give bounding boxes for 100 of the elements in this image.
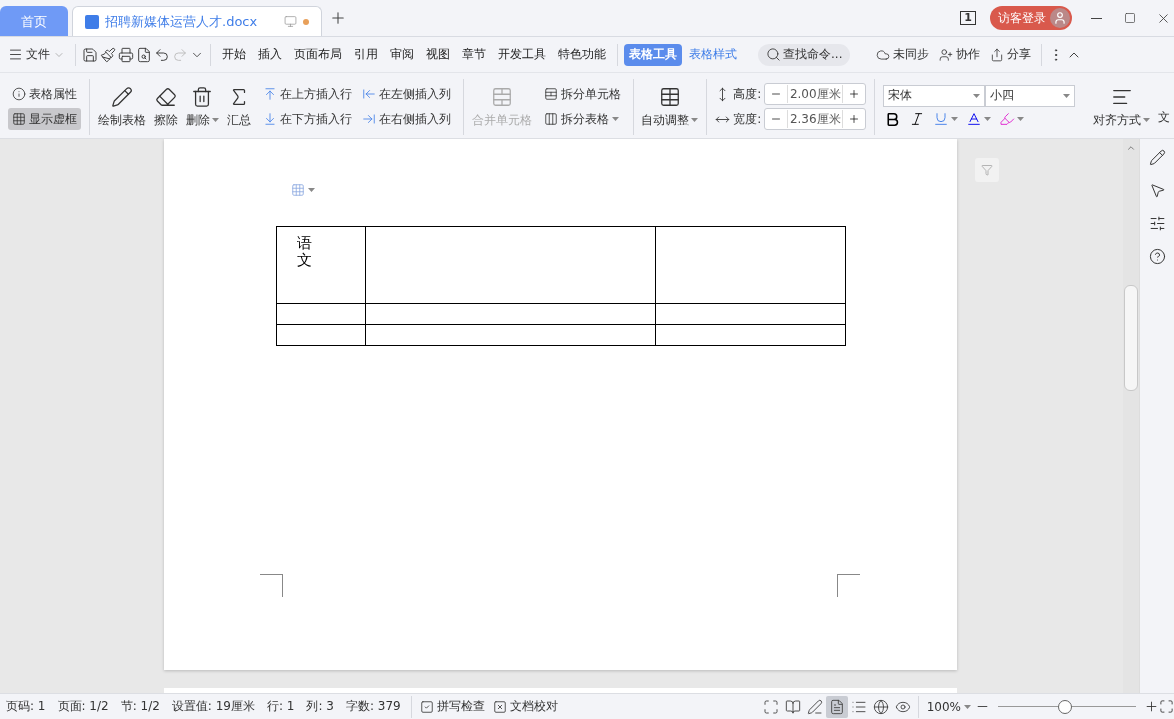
ribbon-button[interactable]: 在上方插入行 xyxy=(258,83,356,105)
toolbar-button[interactable]: 协作 xyxy=(935,46,985,63)
ribbon-tab[interactable]: 视图 xyxy=(421,43,455,66)
globe-icon xyxy=(872,698,889,715)
toggle-button[interactable]: 表格属性 xyxy=(8,83,81,105)
ribbon-tab[interactable]: 插入 xyxy=(253,43,287,66)
document-tab[interactable]: 招聘新媒体运营人才.docx xyxy=(72,6,322,36)
funnel-icon xyxy=(981,164,993,176)
margin-mark xyxy=(260,574,283,597)
status-text: 页面: 1/2 xyxy=(56,698,110,715)
info-icon xyxy=(12,87,26,101)
draw-table-icon xyxy=(110,85,133,108)
ribbon-tab[interactable]: 特色功能 xyxy=(553,43,611,66)
status-text: 字数: 379 xyxy=(345,698,402,715)
save-icon[interactable] xyxy=(82,46,98,63)
zoom-slider[interactable] xyxy=(1058,700,1073,714)
zoom-in-icon[interactable] xyxy=(1144,699,1159,714)
insert-row-above-icon xyxy=(262,87,277,101)
size-stepper[interactable]: 2.00厘米 xyxy=(764,83,867,105)
insert-row-below-icon xyxy=(262,112,277,126)
monitor-icon xyxy=(284,15,297,28)
ribbon-button[interactable]: 在左侧插入列 xyxy=(357,83,455,105)
font-color-button[interactable] xyxy=(965,110,993,128)
underline-icon xyxy=(933,111,950,127)
page-view-icon xyxy=(828,698,845,715)
print-icon[interactable] xyxy=(118,46,134,63)
file-menu[interactable]: 文件 xyxy=(4,46,69,63)
highlight-button[interactable] xyxy=(998,110,1026,128)
grid-icon xyxy=(12,112,26,126)
help-icon[interactable] xyxy=(1148,248,1166,265)
status-text: 列: 3 xyxy=(305,698,335,715)
trash-icon xyxy=(191,85,214,108)
cursor-icon[interactable] xyxy=(1148,182,1166,199)
status-button[interactable]: 文档校对 xyxy=(488,698,562,715)
login-button[interactable]: 访客登录 xyxy=(990,6,1072,30)
add-user-icon xyxy=(939,47,954,62)
caret-icon xyxy=(984,117,992,121)
pen-icon[interactable] xyxy=(1148,149,1166,166)
ribbon-button[interactable]: 汇总 xyxy=(222,75,255,138)
ribbon-tab[interactable]: 页面布局 xyxy=(289,43,347,66)
ribbon-button[interactable]: 擦除 xyxy=(149,75,182,138)
caret-icon xyxy=(1063,93,1071,98)
ribbon-button[interactable]: 文 xyxy=(1154,75,1174,138)
ribbon-tab[interactable]: 表格样式 xyxy=(684,43,742,66)
ribbon-tab[interactable]: 开发工具 xyxy=(493,43,551,66)
ribbon-button[interactable]: 拆分单元格 xyxy=(539,83,625,105)
ribbon-tab[interactable]: 章节 xyxy=(457,43,491,66)
underline-button[interactable] xyxy=(932,110,960,128)
ribbon-button[interactable]: 在下方插入行 xyxy=(258,108,356,130)
ribbon-button[interactable]: 绘制表格 xyxy=(93,75,150,138)
plus-icon xyxy=(848,113,861,125)
menu-icon xyxy=(8,47,23,62)
share-icon xyxy=(990,47,1005,62)
ribbon-tab[interactable]: 审阅 xyxy=(385,43,419,66)
merge-cells-icon xyxy=(490,85,513,108)
toggle-button[interactable]: 显示虚框 xyxy=(8,108,81,130)
print-preview-icon[interactable] xyxy=(136,46,152,63)
check-box-icon xyxy=(419,699,434,714)
toolbar-button[interactable]: 未同步 xyxy=(872,46,934,63)
insert-column-right-icon xyxy=(361,112,376,126)
plus-icon xyxy=(848,88,861,100)
ribbon-button[interactable]: 对齐方式 xyxy=(1089,75,1155,138)
scroll-up-icon xyxy=(1126,143,1136,153)
table-icon xyxy=(658,85,681,108)
font-size-select[interactable]: 小四 xyxy=(985,84,1076,107)
sliders-icon[interactable] xyxy=(1148,215,1166,232)
ribbon-button[interactable]: 自动调整 xyxy=(637,75,703,138)
scrollbar-thumb[interactable] xyxy=(1124,285,1138,391)
table-grid-icon xyxy=(291,183,305,197)
size-stepper[interactable]: 2.36厘米 xyxy=(764,108,867,130)
scrollbar[interactable] xyxy=(1123,139,1139,693)
command-search[interactable]: 查找命令... xyxy=(758,43,851,66)
caret-icon xyxy=(611,117,619,121)
caret-icon xyxy=(691,118,699,122)
ribbon-button[interactable]: 拆分表格 xyxy=(539,108,625,130)
font-color-icon xyxy=(966,111,983,127)
font-family-select[interactable]: 宋体 xyxy=(883,84,986,107)
view-button[interactable] xyxy=(825,695,848,718)
ribbon-tab[interactable]: 开始 xyxy=(217,43,251,66)
search-icon xyxy=(766,47,781,62)
status-text: 页码: 1 xyxy=(5,698,47,715)
status-button[interactable]: 拼写检查 xyxy=(415,698,489,715)
split-cells-icon xyxy=(543,87,558,101)
table-handle[interactable] xyxy=(291,183,315,197)
toolbar-button[interactable]: 分享 xyxy=(986,46,1036,63)
undo-icon[interactable] xyxy=(154,46,170,63)
cell-text: 语文 xyxy=(297,235,312,268)
split-table-icon xyxy=(543,112,558,126)
document-icon xyxy=(85,14,99,29)
ribbon-button[interactable]: 删除 xyxy=(181,75,223,138)
window-count[interactable]: 1 xyxy=(960,11,976,25)
ribbon-tab[interactable]: 引用 xyxy=(349,43,383,66)
ribbon-button[interactable]: 在右侧插入列 xyxy=(357,108,455,130)
status-text: 节: 1/2 xyxy=(119,698,161,715)
cross-box-icon xyxy=(492,699,507,714)
book-icon xyxy=(784,698,801,715)
caret-icon xyxy=(308,188,315,192)
zoom-select[interactable]: 100% xyxy=(922,699,975,714)
brush-icon[interactable] xyxy=(100,46,116,63)
caret-icon xyxy=(1143,118,1151,122)
